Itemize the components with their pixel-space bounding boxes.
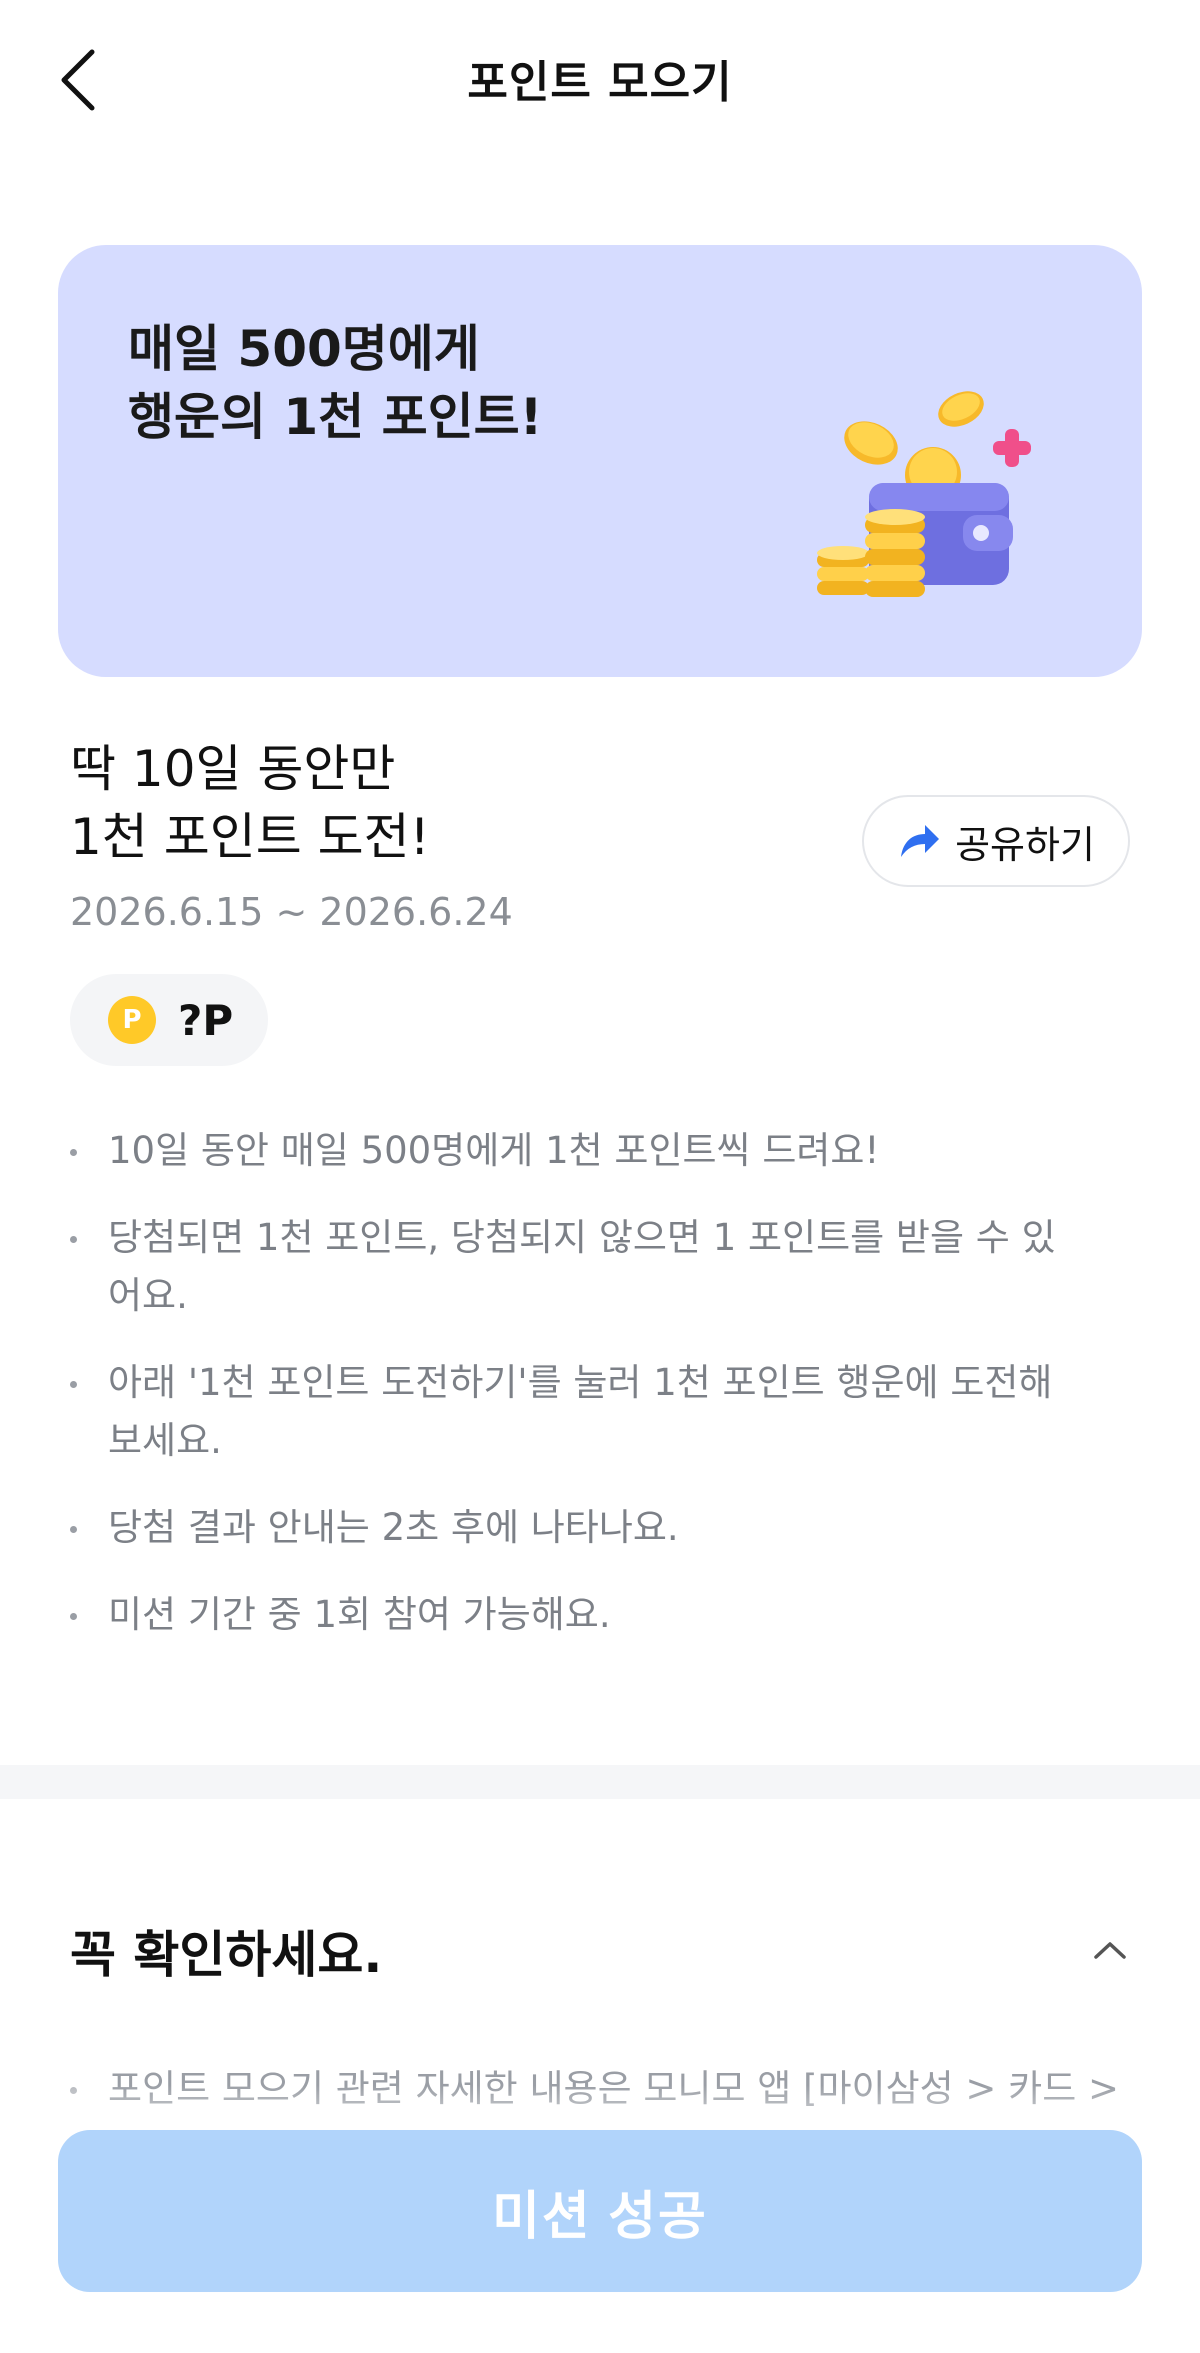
point-coin-icon: P: [108, 996, 156, 1044]
banner-headline: 매일 500명에게 행운의 1천 포인트!: [128, 315, 542, 451]
chevron-up-icon: [1094, 1942, 1126, 1959]
banner-line-2: 행운의 1천 포인트!: [128, 388, 543, 446]
mission-notes-list: 10일 동안 매일 500명에게 1천 포인트씩 드려요! 당첨되면 1천 포인…: [70, 1122, 1080, 1673]
section-divider: [0, 1765, 1200, 1799]
list-item: 아래 '1천 포인트 도전하기'를 눌러 1천 포인트 행운에 도전해 보세요.: [70, 1354, 1080, 1470]
share-arrow-icon: [901, 825, 940, 857]
list-item: 당첨 결과 안내는 2초 후에 나타나요.: [70, 1499, 1080, 1557]
banner-line-1: 매일 500명에게: [128, 320, 480, 378]
wallet-coins-illustration: [817, 391, 1031, 597]
mission-title: 딱 10일 동안만 1천 포인트 도전!: [70, 735, 430, 871]
mission-title-line-1: 딱 10일 동안만: [70, 740, 396, 798]
header-bar: 포인트 모으기: [0, 0, 1200, 160]
points-chip: P ?P: [70, 974, 268, 1066]
points-value: ?P: [178, 995, 234, 1045]
list-item: 10일 동안 매일 500명에게 1천 포인트씩 드려요!: [70, 1122, 1080, 1180]
check-section-title: 꼭 확인하세요.: [70, 1926, 383, 1984]
collapse-button[interactable]: [1085, 1925, 1135, 1975]
mission-success-button[interactable]: 미션 성공: [58, 2130, 1142, 2292]
share-button-label: 공유하기: [955, 822, 1095, 867]
list-item: 미션 기간 중 1회 참여 가능해요.: [70, 1586, 1080, 1644]
share-button[interactable]: 공유하기: [862, 795, 1130, 887]
list-item: 당첨되면 1천 포인트, 당첨되지 않으면 1 포인트를 받을 수 있어요.: [70, 1209, 1080, 1325]
promo-banner: 매일 500명에게 행운의 1천 포인트!: [58, 245, 1142, 677]
mission-date-range: 2026.6.15 ~ 2026.6.24: [70, 890, 513, 934]
page-title: 포인트 모으기: [467, 57, 733, 108]
mission-title-line-2: 1천 포인트 도전!: [70, 808, 430, 866]
